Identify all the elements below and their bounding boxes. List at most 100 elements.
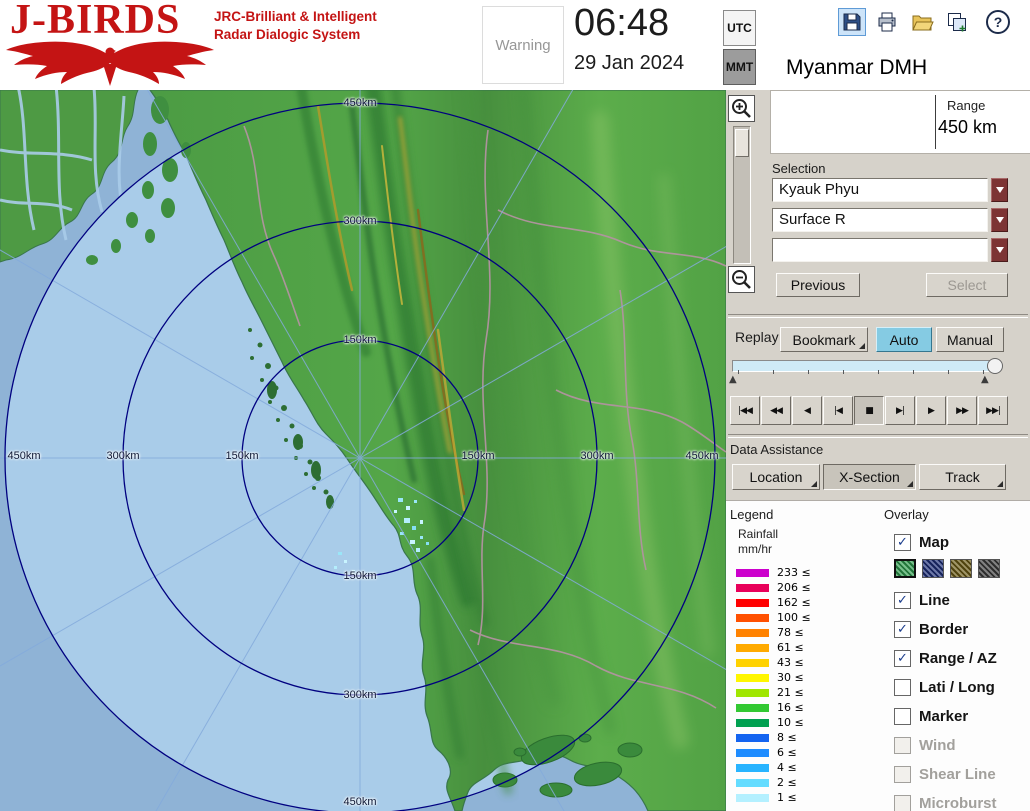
legend-row: 43 ≤ — [736, 655, 811, 670]
legend-color-swatch — [736, 764, 769, 772]
radar-site-dropdown-button[interactable] — [991, 178, 1008, 202]
warning-box: Warning — [482, 6, 564, 84]
legend-unit: Rainfall mm/hr — [738, 527, 778, 557]
zoom-out-button[interactable] — [728, 266, 755, 293]
save-button[interactable] — [838, 8, 866, 36]
overlay-item-line[interactable]: ✓Line — [894, 589, 1026, 611]
data-assistance-label: Data Assistance — [730, 442, 823, 457]
legend-color-swatch — [736, 794, 769, 802]
legend-row: 100 ≤ — [736, 610, 811, 625]
legend-overlay-panel: Legend Rainfall mm/hr 233 ≤206 ≤162 ≤100… — [726, 500, 1030, 811]
legend-value: 43 ≤ — [777, 656, 804, 669]
help-button[interactable]: ? — [984, 8, 1012, 36]
overlay-item-label: Microburst — [919, 795, 997, 811]
overlay-item-label: Map — [919, 534, 949, 551]
copy-button[interactable] — [943, 8, 971, 36]
replay-slider-thumb[interactable] — [987, 358, 1003, 374]
legend-row: 233 ≤ — [736, 565, 811, 580]
map-zoom-slider[interactable] — [733, 126, 751, 264]
radar-site-combo: Kyauk Phyu — [772, 178, 1008, 202]
play-back-button[interactable]: ◀ — [792, 396, 822, 425]
legend-value: 8 ≤ — [777, 731, 797, 744]
zoom-in-button[interactable] — [728, 95, 755, 122]
manual-button[interactable]: Manual — [936, 327, 1004, 352]
extra-field[interactable] — [772, 238, 988, 262]
previous-button[interactable]: Previous — [776, 273, 860, 297]
legend-color-swatch — [736, 599, 769, 607]
map-zoom-slider-thumb[interactable] — [735, 129, 749, 157]
overlay-list-first: ✓ Map — [894, 531, 1026, 560]
legend-row: 30 ≤ — [736, 670, 811, 685]
auto-button[interactable]: Auto — [876, 327, 932, 352]
legend-color-swatch — [736, 779, 769, 787]
print-button[interactable] — [873, 8, 901, 36]
legend-row: 1 ≤ — [736, 790, 811, 805]
legend-row: 21 ≤ — [736, 685, 811, 700]
checkbox[interactable] — [894, 679, 911, 696]
legend-unit-line2: mm/hr — [738, 542, 778, 557]
radar-map[interactable] — [0, 90, 726, 811]
overlay-item-label: Shear Line — [919, 766, 996, 783]
logo-subtitle: JRC-Brilliant & Intelligent Radar Dialog… — [214, 8, 377, 43]
selection-label: Selection — [772, 161, 825, 176]
forward-fast-button[interactable]: ▶▶ — [947, 396, 977, 425]
replay-timeline-slider[interactable]: ▲ ▲ — [732, 358, 1004, 388]
zoom-out-icon — [730, 268, 753, 291]
legend-row: 8 ≤ — [736, 730, 811, 745]
checkbox[interactable]: ✓ — [894, 621, 911, 638]
legend-color-swatch — [736, 719, 769, 727]
checkbox[interactable]: ✓ — [894, 592, 911, 609]
overlay-label: Overlay — [884, 507, 929, 522]
select-button[interactable]: Select — [926, 273, 1008, 297]
legend-color-swatch — [736, 629, 769, 637]
legend-row: 206 ≤ — [736, 580, 811, 595]
map-wrap[interactable]: 450km300km150km150km300km450km450km300km… — [0, 90, 726, 811]
checkbox[interactable]: ✓ — [894, 650, 911, 667]
skip-start-button[interactable]: |◀◀ — [730, 396, 760, 425]
extra-combo — [772, 238, 1008, 262]
overlay-item-label: Border — [919, 621, 968, 638]
legend-value: 10 ≤ — [777, 716, 804, 729]
overlay-item-map[interactable]: ✓ Map — [894, 531, 1026, 553]
clock-time: 06:48 — [574, 2, 669, 45]
replay-label: Replay — [735, 329, 779, 345]
overlay-item-border[interactable]: ✓ Border — [894, 618, 1026, 640]
map-style-swatch-1[interactable] — [922, 559, 944, 578]
stop-button[interactable]: ■ — [854, 396, 884, 425]
bookmark-button[interactable]: Bookmark — [780, 327, 868, 352]
radar-site-field[interactable]: Kyauk Phyu — [772, 178, 988, 202]
map-style-swatch-2[interactable] — [950, 559, 972, 578]
print-icon — [875, 10, 899, 34]
overlay-item-lati-long[interactable]: Lati / Long — [894, 676, 1026, 698]
overlay-item-range-az[interactable]: ✓Range / AZ — [894, 647, 1026, 669]
utc-button[interactable]: UTC — [723, 10, 756, 46]
mmt-button[interactable]: MMT — [723, 49, 756, 85]
product-dropdown-button[interactable] — [991, 208, 1008, 232]
step-back-button[interactable]: |◀ — [823, 396, 853, 425]
range-label: Range — [947, 98, 985, 113]
rewind-fast-button[interactable]: ◀◀ — [761, 396, 791, 425]
play-button[interactable]: ▶ — [916, 396, 946, 425]
legend-color-swatch — [736, 674, 769, 682]
x-section-button[interactable]: X-Section — [823, 464, 916, 490]
location-button[interactable]: Location — [732, 464, 820, 490]
checkbox — [894, 795, 911, 811]
extra-dropdown-button[interactable] — [991, 238, 1008, 262]
overlay-item-marker[interactable]: Marker — [894, 705, 1026, 727]
legend-unit-line1: Rainfall — [738, 527, 778, 542]
open-button[interactable] — [908, 8, 936, 36]
skip-end-button[interactable]: ▶▶| — [978, 396, 1008, 425]
legend-color-swatch — [736, 689, 769, 697]
checkbox — [894, 737, 911, 754]
legend-value: 2 ≤ — [777, 776, 797, 789]
map-style-swatch-3[interactable] — [978, 559, 1000, 578]
product-field[interactable]: Surface R — [772, 208, 988, 232]
legend-value: 78 ≤ — [777, 626, 804, 639]
map-checkbox[interactable]: ✓ — [894, 534, 911, 551]
step-forward-button[interactable]: ▶| — [885, 396, 915, 425]
track-button[interactable]: Track — [919, 464, 1006, 490]
map-style-swatch-0[interactable] — [894, 559, 916, 578]
checkbox[interactable] — [894, 708, 911, 725]
timezone-toggle: UTC MMT — [723, 10, 757, 88]
eagle-logo-icon — [4, 36, 216, 88]
